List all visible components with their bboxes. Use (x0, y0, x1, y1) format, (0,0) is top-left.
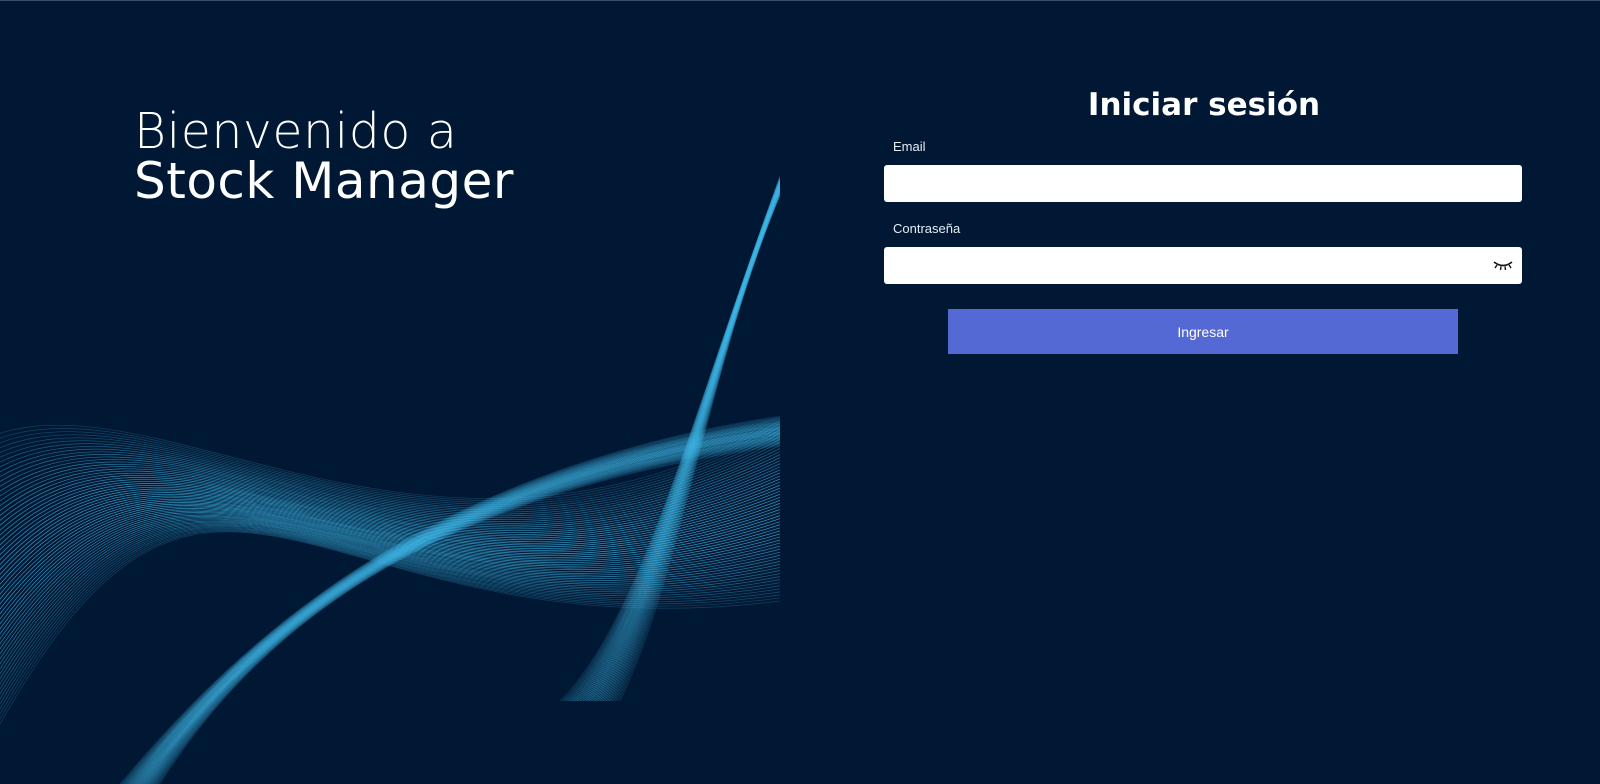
email-label: Email (893, 139, 926, 154)
eye-closed-icon[interactable] (1491, 256, 1515, 274)
welcome-line-1: Bienvenido a (134, 103, 458, 160)
wave-line (575, 181, 780, 702)
welcome-panel: Bienvenido a Stock Manager (0, 1, 798, 784)
login-form: Iniciar sesión Email Contraseña Ingresar (884, 1, 1524, 401)
welcome-heading: Bienvenido a Stock Manager (134, 107, 514, 206)
login-title: Iniciar sesión (1087, 87, 1321, 123)
email-field[interactable] (884, 165, 1522, 202)
password-label: Contraseña (893, 221, 961, 236)
login-submit-button[interactable]: Ingresar (948, 309, 1458, 354)
password-field[interactable] (884, 247, 1522, 284)
app-name: Stock Manager (134, 152, 514, 210)
